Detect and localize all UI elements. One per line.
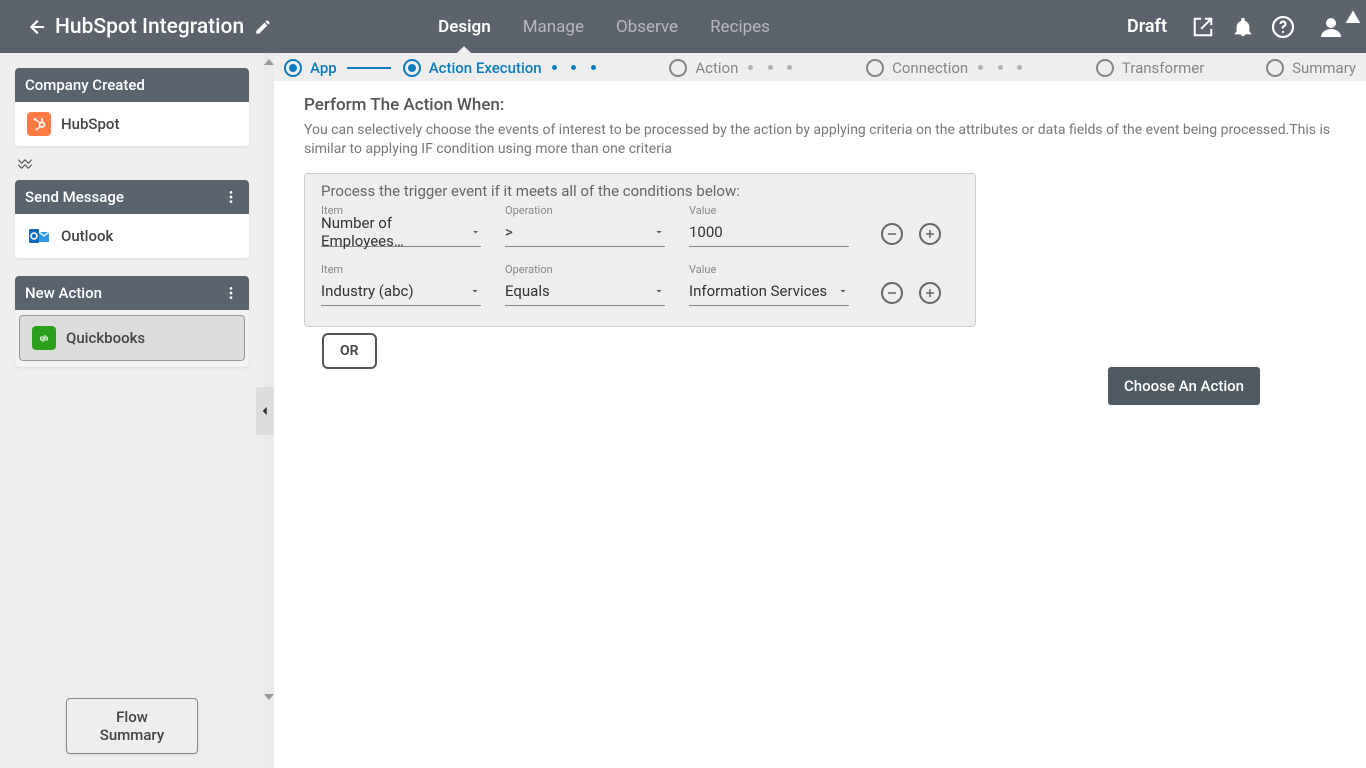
tab-design[interactable]: Design — [422, 0, 507, 53]
condition-item-select[interactable]: Industry (abc) — [321, 278, 481, 306]
choose-action-button[interactable]: Choose An Action — [1108, 367, 1260, 405]
hubspot-icon — [27, 112, 51, 136]
avatar-alert-icon — [1345, 9, 1361, 25]
condition-operation-select[interactable]: > — [505, 219, 665, 247]
help-icon[interactable] — [1271, 15, 1295, 39]
step-action[interactable]: Action — [669, 59, 738, 77]
bell-icon[interactable] — [1231, 15, 1255, 39]
step-connector — [347, 67, 391, 69]
back-arrow-icon[interactable] — [23, 15, 47, 39]
or-condition-button[interactable]: OR — [322, 333, 377, 369]
condition-value-select[interactable]: Information Services — [689, 278, 849, 306]
field-label-item: Item — [321, 263, 481, 276]
tab-observe[interactable]: Observe — [600, 0, 694, 53]
flow-connector-icon[interactable] — [15, 158, 249, 170]
tab-recipes[interactable]: Recipes — [694, 0, 786, 53]
card-title: Company Created — [25, 76, 145, 94]
card-app-label: Quickbooks — [66, 329, 145, 347]
collapse-sidebar-button[interactable] — [256, 387, 274, 435]
step-transformer[interactable]: Transformer — [1096, 59, 1204, 77]
step-summary[interactable]: Summary — [1266, 59, 1356, 77]
step-action-execution[interactable]: Action Execution — [403, 59, 542, 77]
chevron-down-icon — [469, 285, 481, 297]
page-title: HubSpot Integration — [55, 15, 244, 39]
outlook-icon — [27, 224, 51, 248]
field-label-value: Value — [689, 204, 849, 217]
chevron-down-icon — [470, 226, 481, 238]
chevron-down-icon — [653, 226, 665, 238]
condition-operation-select[interactable]: Equals — [505, 278, 665, 306]
condition-group: Process the trigger event if it meets al… — [304, 173, 976, 327]
add-condition-button[interactable] — [919, 223, 941, 245]
step-connector — [978, 65, 1022, 70]
step-app[interactable]: App — [284, 59, 337, 77]
chevron-down-icon — [837, 285, 849, 297]
edit-title-icon[interactable] — [254, 18, 272, 36]
condition-value-input[interactable] — [689, 219, 849, 247]
card-title: Send Message — [25, 188, 124, 206]
trigger-card[interactable]: Company Created HubSpot — [15, 68, 249, 146]
card-title: New Action — [25, 284, 102, 302]
card-app-label: HubSpot — [61, 115, 119, 133]
svg-text:qb: qb — [40, 334, 48, 343]
card-menu-icon[interactable] — [223, 189, 239, 205]
section-heading: Perform The Action When: — [304, 95, 1346, 115]
avatar-icon[interactable] — [1319, 15, 1343, 39]
card-app-label: Outlook — [61, 227, 113, 245]
section-description: You can selectively choose the events of… — [304, 121, 1344, 159]
field-label-value: Value — [689, 263, 849, 276]
card-menu-icon[interactable] — [223, 285, 239, 301]
open-external-icon[interactable] — [1191, 15, 1215, 39]
add-condition-button[interactable] — [919, 282, 941, 304]
condition-caption: Process the trigger event if it meets al… — [321, 182, 959, 200]
remove-condition-button[interactable] — [881, 282, 903, 304]
status-badge: Draft — [1127, 16, 1167, 37]
scroll-up-icon — [264, 59, 274, 65]
tab-manage[interactable]: Manage — [507, 0, 600, 53]
chevron-down-icon — [653, 285, 665, 297]
field-label-operation: Operation — [505, 263, 665, 276]
quickbooks-icon: qb — [32, 326, 56, 350]
step-connector — [748, 65, 792, 70]
flow-summary-button[interactable]: Flow Summary — [66, 698, 198, 754]
remove-condition-button[interactable] — [881, 223, 903, 245]
action-card-outlook[interactable]: Send Message Outlook — [15, 180, 249, 258]
scroll-down-icon — [264, 694, 274, 700]
field-label-operation: Operation — [505, 204, 665, 217]
condition-item-select[interactable]: Number of Employees… — [321, 219, 481, 247]
step-connector — [552, 65, 596, 70]
step-connection[interactable]: Connection — [866, 59, 968, 77]
action-card-quickbooks[interactable]: New Action qb Quickbooks — [15, 276, 249, 367]
